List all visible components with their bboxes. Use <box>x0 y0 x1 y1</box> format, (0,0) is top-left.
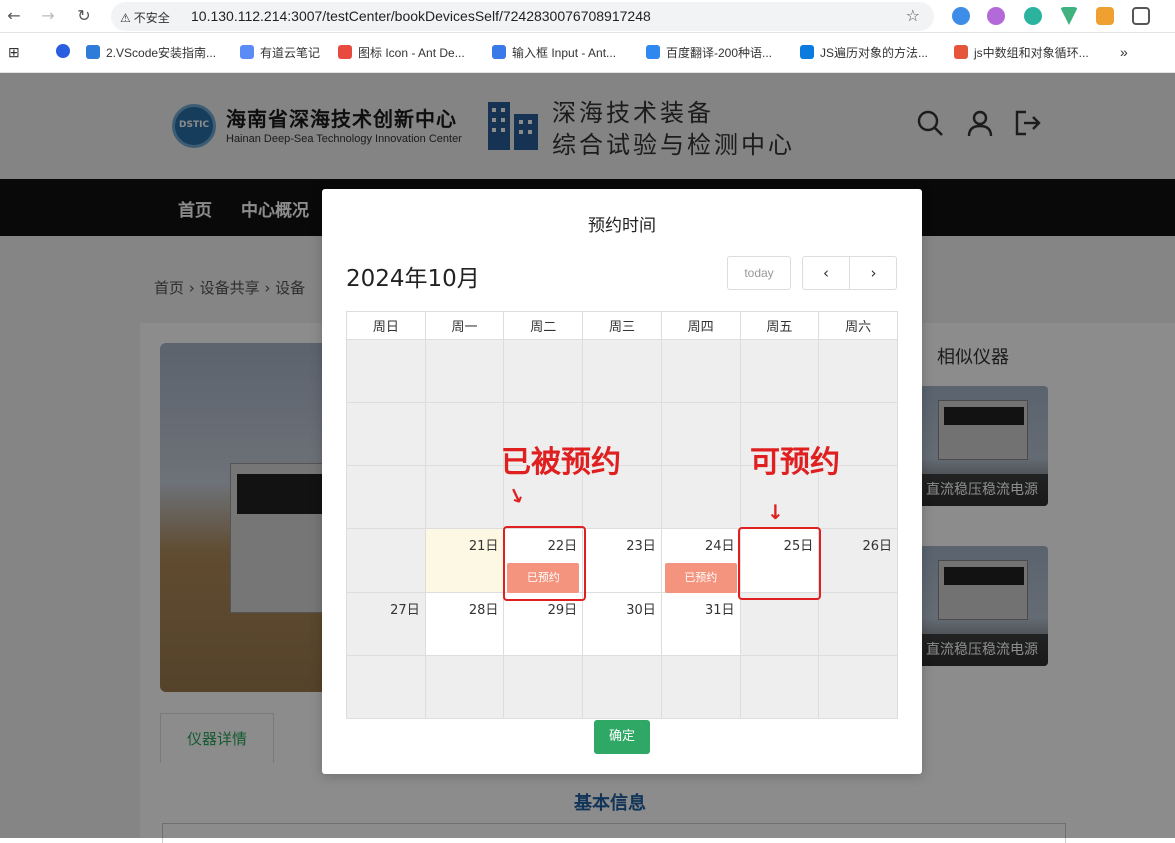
browser-toolbar: ← → ↻ ⚠ 不安全 10.130.112.214:3007/testCente… <box>0 0 1175 33</box>
insecure-badge[interactable]: ⚠ 不安全 <box>120 9 170 26</box>
annotation-box-available <box>738 527 821 600</box>
calendar-day-cell <box>346 402 426 467</box>
address-bar[interactable]: ⚠ 不安全 10.130.112.214:3007/testCenter/book… <box>111 2 934 31</box>
month-nav: ‹ › <box>802 256 897 290</box>
prev-month-button[interactable]: ‹ <box>803 257 850 289</box>
day-number: 31日 <box>704 602 735 618</box>
annotation-available-label: 可预约 <box>750 445 840 480</box>
calendar-week <box>346 654 898 720</box>
calendar-day-cell <box>818 654 898 720</box>
weekday-header: 周六 <box>818 311 898 340</box>
confirm-button[interactable]: 确定 <box>594 720 650 754</box>
calendar-title: 2024年10月 <box>346 266 480 292</box>
warning-icon: ⚠ <box>120 11 131 25</box>
back-icon[interactable]: ← <box>2 5 26 27</box>
calendar-day-cell <box>739 338 820 404</box>
booked-event[interactable]: 已预约 <box>664 563 737 594</box>
bookmarks-bar: ⊞ 2.VScode安装指南... 有道云笔记 图标 Icon - Ant De… <box>0 33 1175 73</box>
calendar-day-cell[interactable]: 30日 <box>582 591 662 656</box>
bookmark-item[interactable]: JS遍历对象的方法... <box>800 44 928 61</box>
calendar-day-cell <box>346 654 426 720</box>
extension-orange-icon[interactable] <box>1096 7 1114 25</box>
weekday-header: 周五 <box>739 311 820 340</box>
calendar-day-cell[interactable]: 24日已预约 <box>660 528 741 594</box>
calendar-day-cell <box>660 465 741 530</box>
calendar-day-cell <box>503 654 584 720</box>
extension-openai-icon[interactable] <box>1024 7 1042 25</box>
calendar-day-cell <box>818 591 898 656</box>
next-month-button[interactable]: › <box>850 257 897 289</box>
bookmarks-more[interactable]: » <box>1120 44 1128 60</box>
extensions-puzzle-icon[interactable] <box>1132 7 1150 25</box>
annotation-box-booked <box>503 526 586 601</box>
day-number: 28日 <box>468 602 499 618</box>
calendar-day-cell <box>582 654 662 720</box>
calendar-day-cell <box>660 402 741 467</box>
calendar-day-cell <box>739 591 820 656</box>
calendar-day-cell <box>346 528 426 593</box>
calendar-day-cell[interactable]: 23日 <box>582 528 662 593</box>
extension-brain-icon[interactable] <box>987 7 1005 25</box>
modal-title: 预约时间 <box>588 216 656 236</box>
calendar-day-cell: 27日 <box>346 591 426 656</box>
calendar-day-cell <box>503 338 584 404</box>
calendar-week <box>346 338 898 404</box>
calendar-day-cell: 26日 <box>818 528 898 593</box>
calendar-day-cell <box>346 465 426 530</box>
bookmark-item[interactable]: 百度翻译-200种语... <box>646 44 772 61</box>
day-number: 29日 <box>547 602 578 618</box>
calendar-day-cell <box>660 654 741 720</box>
booking-modal: 预约时间 2024年10月 today ‹ › 周日 周一 周二 周三 周四 周五 周六 2… <box>322 189 922 774</box>
calendar-day-cell[interactable]: 31日 <box>660 591 741 656</box>
baidu-paw-icon[interactable] <box>56 44 76 59</box>
weekday-header: 周四 <box>660 311 741 340</box>
bookmark-favicon-icon <box>86 45 100 59</box>
bookmark-favicon-icon <box>240 45 254 59</box>
reload-icon[interactable]: ↻ <box>72 5 96 27</box>
bookmark-favicon-icon <box>954 45 968 59</box>
bookmark-favicon-icon <box>800 45 814 59</box>
calendar-day-cell[interactable]: 28日 <box>424 591 505 656</box>
calendar-day-cell[interactable]: 29日 <box>503 591 584 656</box>
bookmark-item[interactable]: js中数组和对象循环... <box>954 44 1089 61</box>
annotation-arrow-icon: ↓ <box>767 500 784 524</box>
weekday-header: 周二 <box>503 311 584 340</box>
annotation-booked-label: 已被预约 <box>501 445 621 480</box>
bookmark-item[interactable]: 2.VScode安装指南... <box>86 44 216 61</box>
calendar-day-cell <box>346 338 426 404</box>
calendar-day-cell[interactable]: 21日 <box>424 528 505 593</box>
bookmark-item[interactable]: 有道云笔记 <box>240 44 320 61</box>
url-text[interactable]: 10.130.112.214:3007/testCenter/bookDevic… <box>191 8 651 24</box>
bookmark-star-icon[interactable]: ☆ <box>906 6 920 25</box>
apps-grid-icon[interactable]: ⊞ <box>8 44 20 61</box>
forward-icon[interactable]: → <box>36 5 60 27</box>
weekday-header: 周日 <box>346 311 426 340</box>
extension-chat-icon[interactable] <box>952 7 970 25</box>
day-number: 26日 <box>862 539 892 555</box>
bookmark-favicon-icon <box>492 45 506 59</box>
day-number: 21日 <box>468 539 499 555</box>
calendar-day-cell <box>424 402 505 467</box>
calendar-day-cell <box>582 338 662 404</box>
day-number: 23日 <box>626 539 656 555</box>
bookmark-item[interactable]: 图标 Icon - Ant De... <box>338 44 465 61</box>
bookmark-favicon-icon <box>646 45 660 59</box>
weekday-header: 周三 <box>582 311 662 340</box>
calendar-grid: 周日 周一 周二 周三 周四 周五 周六 21日 22日 已预约 23日 24日 已预约 25日 26日 2… <box>346 311 898 720</box>
calendar-day-cell <box>818 338 898 404</box>
extension-vue-icon[interactable] <box>1060 7 1078 25</box>
bookmark-favicon-icon <box>338 45 352 59</box>
calendar-day-cell <box>424 338 505 404</box>
day-number: 24日 <box>704 539 735 555</box>
calendar-day-cell <box>424 654 505 720</box>
today-button[interactable]: today <box>727 256 791 290</box>
calendar-day-cell <box>739 654 820 720</box>
weekday-header: 周一 <box>424 311 505 340</box>
day-number: 27日 <box>390 602 420 618</box>
calendar-week: 27日 28日 29日 30日 31日 <box>346 591 898 656</box>
bookmark-item[interactable]: 输入框 Input - Ant... <box>492 44 616 61</box>
day-number: 30日 <box>626 602 656 618</box>
calendar-day-cell <box>660 338 741 404</box>
calendar-day-cell <box>424 465 505 530</box>
